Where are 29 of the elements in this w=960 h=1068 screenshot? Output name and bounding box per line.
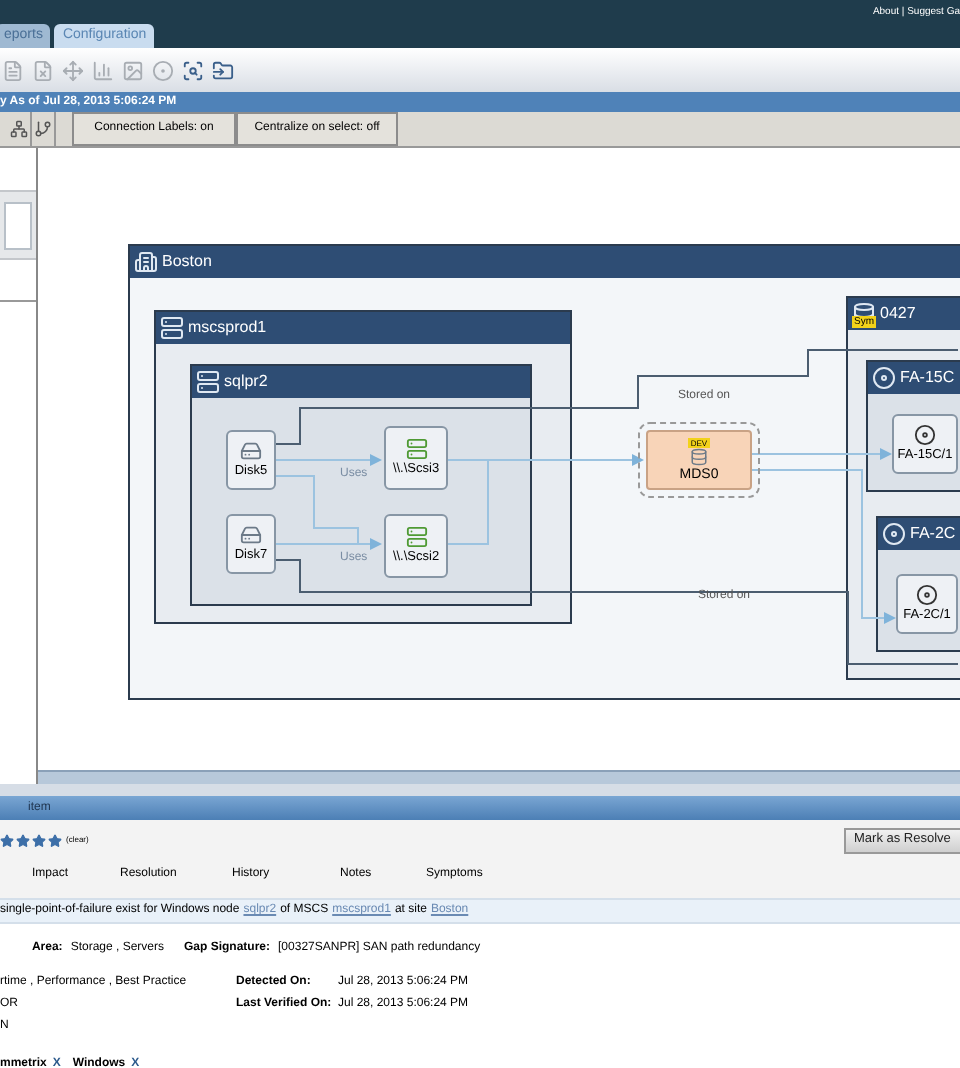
- star-icon[interactable]: [48, 833, 62, 847]
- panel-title: FA-15C: [900, 366, 955, 390]
- connector-line: [275, 454, 382, 466]
- star-icon[interactable]: [0, 833, 14, 847]
- hierarchy-button[interactable]: [32, 112, 56, 146]
- connector-line: [751, 448, 892, 460]
- tree-icon: [10, 120, 28, 138]
- disc-icon: [914, 424, 936, 446]
- branch-icon: [34, 120, 52, 138]
- overview-thumbnail[interactable]: [0, 190, 36, 260]
- storage-icon: [690, 447, 708, 465]
- panel-title: FA-2C: [910, 522, 956, 546]
- star-rating[interactable]: [0, 833, 62, 847]
- disc-icon: [916, 584, 938, 606]
- disc-icon: [882, 522, 906, 546]
- star-icon[interactable]: [32, 833, 46, 847]
- scroll-bar[interactable]: [38, 770, 960, 784]
- tree-layout-button[interactable]: [8, 112, 32, 146]
- disc-icon: [872, 366, 896, 390]
- server-icon: [160, 316, 184, 340]
- star-icon[interactable]: [16, 833, 30, 847]
- panel-title: sqlpr2: [224, 370, 268, 394]
- panel-title: mscsprod1: [188, 316, 267, 340]
- magnifier-icon[interactable]: [182, 59, 204, 81]
- panel-title: Boston: [162, 250, 212, 274]
- folder-icon[interactable]: [212, 59, 234, 81]
- building-icon: [134, 250, 158, 274]
- panel-title: 0427: [880, 302, 916, 326]
- server-icon: [196, 370, 220, 394]
